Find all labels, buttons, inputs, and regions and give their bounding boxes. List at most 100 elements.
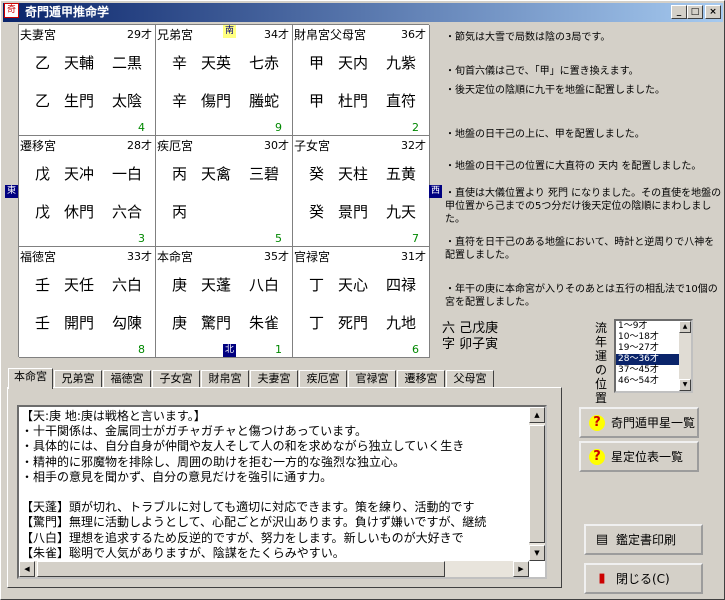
rikugi-value-2: 卯子寅 bbox=[459, 337, 499, 352]
age-range-item[interactable]: 46〜54才 bbox=[616, 376, 679, 387]
palace-tab[interactable]: 父母宮 bbox=[446, 370, 494, 388]
reading-line: 【朱雀】聡明で人気がありますが、陰謀をたくらみやすい。 bbox=[21, 545, 345, 560]
palace-cell[interactable]: 官禄宮 31才丁天心 四禄丁死門 九地 6 bbox=[293, 247, 430, 358]
eight-god: 勾陳 bbox=[112, 314, 143, 332]
print-report-button[interactable]: ▤ 鑑定書印刷 bbox=[584, 524, 703, 555]
scroll-right-icon[interactable]: ▶ bbox=[513, 561, 529, 577]
age-range-item[interactable]: 37〜45才 bbox=[616, 365, 679, 376]
scroll-up-icon[interactable]: ▲ bbox=[529, 407, 545, 423]
reading-text: 【天:庚 地:庚は戦格と言います。】 ・十干関係は、金属同士がガチャガチャと傷つけ… bbox=[21, 409, 531, 561]
palace-cell[interactable]: 財帛宮父母宮 36才甲天内 九紫甲杜門 直符 2 bbox=[293, 25, 430, 136]
upper-row: 庚天蓬 八白 bbox=[156, 274, 293, 296]
earth-stem: 甲 bbox=[309, 92, 325, 110]
south-marker: 南 bbox=[223, 25, 236, 38]
lower-row: 庚驚門 朱雀 bbox=[156, 312, 293, 334]
palace-tab[interactable]: 兄弟宮 bbox=[54, 370, 102, 388]
palace-name: 財帛宮父母宮 bbox=[294, 28, 367, 42]
palace-tab[interactable]: 夫妻宮 bbox=[250, 370, 298, 388]
scroll-down-icon[interactable]: ▼ bbox=[679, 379, 691, 391]
flying-star: 八白 bbox=[249, 276, 280, 294]
age-range-item[interactable]: 1〜9才 bbox=[616, 321, 679, 332]
palace-name: 遷移宮 bbox=[20, 139, 57, 153]
palace-tab[interactable]: 官禄宮 bbox=[348, 370, 396, 388]
reading-line: ・具体的には、自分自身が仲間や友人そして人の和を求めながら独立していく生き bbox=[21, 439, 465, 454]
eight-god: 朱雀 bbox=[249, 314, 280, 332]
star-list-button[interactable]: ? 奇門遁甲星一覧 bbox=[579, 407, 699, 438]
palace-age: 34才 bbox=[264, 28, 289, 41]
nine-star: 天任 bbox=[64, 276, 95, 294]
palace-cell[interactable]: 福徳宮 33才壬天任 六白壬開門 勾陳 8 bbox=[19, 247, 156, 358]
scroll-down-icon[interactable]: ▼ bbox=[529, 545, 545, 561]
note-line: ・地盤の日干己の上に、甲を配置しました。 bbox=[445, 129, 645, 140]
lower-row: 丙 bbox=[156, 201, 293, 223]
flying-star: 六白 bbox=[112, 276, 143, 294]
close-button[interactable]: ▮ 閉じる(C) bbox=[584, 563, 703, 594]
palace-age: 29才 bbox=[127, 28, 152, 41]
eight-gate: 休門 bbox=[64, 203, 95, 221]
nine-star: 天冲 bbox=[64, 165, 95, 183]
reading-line: 【八白】理想を追求するため反逆的ですが、努力をします。新しいものが大好きで bbox=[21, 530, 464, 545]
eight-gate: 開門 bbox=[64, 314, 95, 332]
palace-name: 福徳宮 bbox=[20, 250, 57, 264]
note-line: ・地盤の日干己の位置に大直符の 天内 を配置しました。 bbox=[445, 161, 702, 172]
eight-god: 直符 bbox=[386, 92, 417, 110]
maximize-button[interactable]: □ bbox=[687, 5, 703, 19]
tab-panel: 【天:庚 地:庚は戦格と言います。】 ・十干関係は、金属同士がガチャガチャと傷つけ… bbox=[7, 387, 562, 588]
printer-icon: ▤ bbox=[595, 532, 609, 547]
palace-tab[interactable]: 子女宮 bbox=[152, 370, 200, 388]
palace-cell[interactable]: 本命宮 35才庚天蓬 八白庚驚門 朱雀 1 bbox=[156, 247, 293, 358]
age-range-item[interactable]: 28〜36才 bbox=[616, 354, 679, 365]
palace-cell[interactable]: 子女宮 32才癸天柱 五黄癸景門 九天 7 bbox=[293, 136, 430, 247]
palace-number: 1 bbox=[275, 343, 282, 356]
palace-tab[interactable]: 遷移宮 bbox=[397, 370, 445, 388]
heaven-stem: 癸 bbox=[309, 165, 325, 183]
age-range-item[interactable]: 10〜18才 bbox=[616, 332, 679, 343]
north-marker: 北 bbox=[223, 344, 236, 357]
nine-star: 天心 bbox=[338, 276, 369, 294]
palace-tab[interactable]: 本命宮 bbox=[8, 368, 53, 389]
app-icon[interactable]: 奇 bbox=[4, 3, 19, 18]
east-marker: 東 bbox=[5, 185, 18, 198]
age-range-item[interactable]: 19〜27才 bbox=[616, 343, 679, 354]
close-window-button[interactable]: × bbox=[705, 5, 721, 19]
palace-cell[interactable]: 夫妻宮 29才乙天輔 二黒乙生門 太陰 4 bbox=[19, 25, 156, 136]
palace-tab[interactable]: 財帛宮 bbox=[201, 370, 249, 388]
star-position-button[interactable]: ? 星定位表一覧 bbox=[579, 441, 699, 472]
palace-tab[interactable]: 福徳宮 bbox=[103, 370, 151, 388]
nine-star: 天禽 bbox=[201, 165, 232, 183]
main-window: 奇門遁甲推命学 奇 _ □ × 夫妻宮 29才乙天輔 二黒乙生門 太陰 4 兄弟宮 34才辛… bbox=[0, 0, 725, 600]
lower-row: 乙生門 太陰 bbox=[19, 90, 156, 112]
palace-tab[interactable]: 疾厄宮 bbox=[299, 370, 347, 388]
palace-cell[interactable]: 疾厄宮 30才丙天禽 三碧丙 5 bbox=[156, 136, 293, 247]
help-icon: ? bbox=[589, 415, 605, 431]
palace-grid: 夫妻宮 29才乙天輔 二黒乙生門 太陰 4 兄弟宮 34才辛天英 七赤辛傷門 螣蛇 9 財帛宮父母宮… bbox=[18, 24, 430, 358]
vertical-scroll-thumb[interactable] bbox=[529, 425, 545, 543]
flying-star: 九紫 bbox=[386, 54, 417, 72]
palace-cell[interactable]: 兄弟宮 34才辛天英 七赤辛傷門 螣蛇 9 bbox=[156, 25, 293, 136]
age-range-list[interactable]: 1〜9才 10〜18才 19〜27才 28〜36才 37〜45才 46〜54才 ▲ ▼ bbox=[614, 319, 693, 393]
palace-name: 疾厄宮 bbox=[157, 139, 194, 153]
horizontal-scrollbar[interactable]: ◀ ▶ bbox=[19, 561, 529, 577]
minimize-button[interactable]: _ bbox=[671, 5, 687, 19]
age-list-scrollbar[interactable]: ▲ ▼ bbox=[679, 321, 691, 391]
flying-star: 五黄 bbox=[386, 165, 417, 183]
horizontal-scroll-thumb[interactable] bbox=[37, 561, 445, 577]
earth-stem: 辛 bbox=[172, 92, 188, 110]
reading-line bbox=[21, 485, 531, 500]
reading-textbox[interactable]: 【天:庚 地:庚は戦格と言います。】 ・十干関係は、金属同士がガチャガチャと傷つけ… bbox=[17, 405, 547, 579]
note-line: ・旬首六儀は己で、「甲」に置き換えます。 bbox=[445, 66, 639, 77]
palace-age: 36才 bbox=[401, 28, 426, 41]
title-bar[interactable]: 奇門遁甲推命学 bbox=[3, 3, 723, 22]
heaven-stem: 庚 bbox=[172, 276, 188, 294]
eight-gate: 驚門 bbox=[201, 314, 232, 332]
vertical-scrollbar[interactable]: ▲ ▼ bbox=[529, 407, 545, 561]
flying-star: 四禄 bbox=[386, 276, 417, 294]
heaven-stem: 甲 bbox=[309, 54, 325, 72]
scroll-up-icon[interactable]: ▲ bbox=[679, 321, 691, 333]
palace-age: 28才 bbox=[127, 139, 152, 152]
scroll-left-icon[interactable]: ◀ bbox=[19, 561, 35, 577]
palace-name: 夫妻宮 bbox=[20, 28, 57, 42]
lower-row: 癸景門 九天 bbox=[293, 201, 430, 223]
palace-cell[interactable]: 遷移宮 28才戊天冲 一白戊休門 六合 3 bbox=[19, 136, 156, 247]
heaven-stem: 戊 bbox=[35, 165, 51, 183]
